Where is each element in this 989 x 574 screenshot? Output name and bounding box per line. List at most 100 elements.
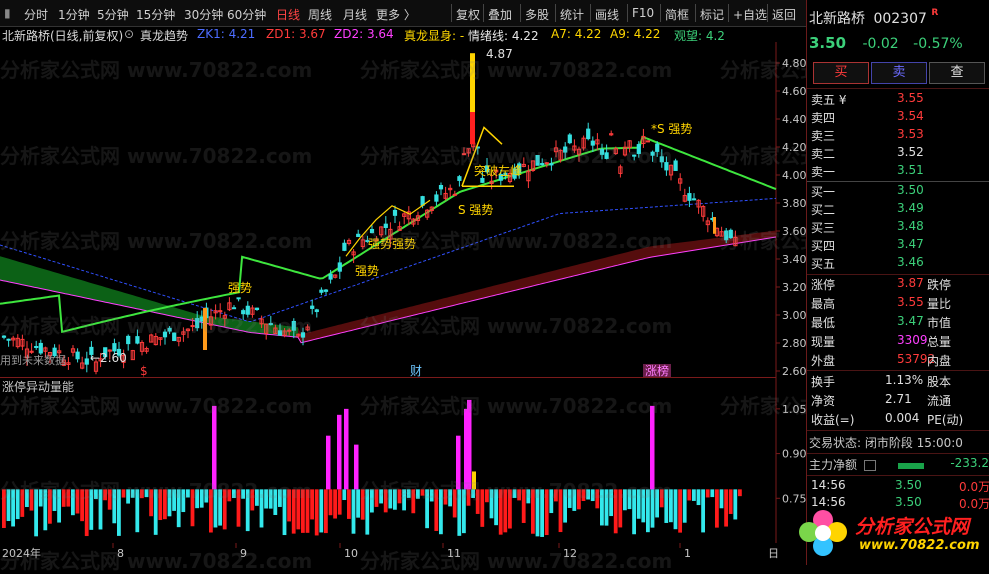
volume-bar [393, 489, 397, 510]
indicator-dropdown-icon[interactable]: ⊙ [124, 27, 134, 41]
ask-row: 卖三 3.53 [809, 127, 987, 145]
period-tab-1[interactable]: 1分钟 [58, 6, 90, 23]
sell-button[interactable]: 卖 [871, 62, 927, 84]
volume-bar [126, 489, 130, 504]
volume-bar [314, 489, 319, 536]
bid-row: 买四 3.47 [809, 237, 987, 255]
period-tab-3[interactable]: 15分钟 [136, 6, 175, 23]
volume-bar [696, 489, 701, 506]
period-tab-7[interactable]: 周线 [308, 6, 332, 23]
candle [199, 316, 204, 322]
stat-label2: 市值 [927, 316, 952, 330]
fin-row: 换手 1.13% 股本 [809, 373, 987, 391]
sub-y-tick: 1.05 [782, 403, 806, 416]
strong-signal-label: S 强势 [458, 203, 493, 217]
volume-bar [61, 489, 66, 507]
volume-bar [305, 489, 310, 533]
list-icon[interactable] [863, 460, 876, 471]
volume-energy-chart[interactable]: 涨停异动量能1.050.900.75 [0, 378, 806, 543]
period-tab-6[interactable]: 日线 [276, 6, 300, 23]
x-tick-label: 2024年 [2, 546, 41, 560]
rzrq-badge: R [931, 8, 939, 18]
volume-bar [227, 489, 232, 502]
volume-bar [636, 489, 641, 519]
bid-price: 3.50 [897, 183, 924, 197]
volume-bar [659, 489, 664, 508]
volume-bar [452, 489, 457, 518]
candle [231, 307, 237, 310]
fin-label: 换手 [811, 375, 836, 389]
period-tab-2[interactable]: 5分钟 [97, 6, 129, 23]
volume-bar [71, 489, 75, 516]
volume-bar [347, 489, 351, 519]
sub-chart-title: 涨停异动量能 [2, 379, 74, 394]
candle [6, 338, 11, 341]
candle [645, 140, 651, 143]
volume-bar [236, 489, 241, 527]
event-marker: 涨榜 [645, 363, 669, 378]
a9-value: A9: 4.22 [610, 27, 661, 41]
volume-bar [149, 489, 153, 517]
toolbar-btn-5[interactable]: F10 [632, 6, 654, 20]
volume-bar [664, 489, 669, 523]
volume-bar [34, 489, 38, 537]
volume-bar [356, 489, 360, 518]
stat-label: 外盘 [811, 354, 836, 368]
toolbar-btn-3[interactable]: 统计 [560, 6, 584, 23]
volume-bar [498, 489, 503, 535]
candle [452, 193, 457, 196]
volume-bar [181, 489, 186, 513]
volume-bar [103, 489, 107, 501]
strong-signal-label: 强势 [368, 237, 392, 251]
net-flow-bar [897, 462, 924, 469]
toolbar-btn-2[interactable]: 多股 [525, 6, 549, 23]
limit-up-bar [650, 405, 655, 490]
high-price-label: 4.87 [486, 47, 513, 61]
volume-bar [365, 489, 370, 535]
volume-bar [264, 489, 268, 509]
toolbar-btn-9[interactable]: 返回 [772, 6, 796, 23]
volume-bar [153, 489, 158, 535]
stat-label2: 量比 [927, 297, 952, 311]
indicator-legend: 北新路桥(日线,前复权) ⊙ 真龙趋势 ZK1: 4.21 ZD1: 3.67 … [0, 26, 806, 43]
toolbar-btn-1[interactable]: 叠加 [488, 6, 512, 23]
bid-label: 买二 [811, 203, 836, 217]
x-tick-label: 9 [240, 547, 247, 560]
volume-bar [425, 489, 429, 529]
zd1-value: ZD1: 3.67 [266, 27, 326, 41]
period-tab-4[interactable]: 30分钟 [184, 6, 223, 23]
volume-bar [554, 489, 558, 502]
volume-bar [687, 489, 692, 501]
volume-bar [738, 489, 742, 497]
site-logo: 分析家公式网 www.70822.com [793, 504, 989, 562]
volume-bar [282, 489, 287, 536]
candle [480, 177, 485, 183]
ask-price: 3.54 [897, 109, 924, 123]
period-tab-9[interactable]: 更多 〉 [376, 6, 416, 23]
bid-price: 3.47 [897, 237, 924, 251]
stat-value: 3309 [897, 333, 928, 347]
toolbar-btn-4[interactable]: 画线 [595, 6, 619, 23]
volume-bar [232, 489, 236, 499]
toolbar-btn-8[interactable]: +自选 [733, 6, 767, 23]
candle [540, 163, 545, 166]
toolbar-btn-0[interactable]: 复权 [456, 6, 480, 23]
ask-label: 卖四 [811, 111, 836, 125]
candlestick-chart[interactable]: 4.80 4.60 4.40 4.20 4.00 3.80 3.60 3.40 3.20 3.00… [0, 42, 806, 378]
query-button[interactable]: 查 [929, 62, 985, 84]
limit-up-bar [344, 408, 349, 490]
toolbar-btn-7[interactable]: 标记 [700, 6, 724, 23]
period-tab-8[interactable]: 月线 [343, 6, 367, 23]
period-tab-5[interactable]: 60分钟 [227, 6, 266, 23]
volume-bar [581, 489, 586, 501]
limit-up-bar [326, 435, 331, 490]
bid-row: 买一 3.50 [809, 183, 987, 201]
volume-bar [140, 489, 144, 499]
volume-bar [241, 489, 245, 499]
candle [34, 346, 39, 349]
volume-bar [250, 489, 255, 511]
toolbar-btn-6[interactable]: 简框 [665, 6, 689, 23]
period-tab-0[interactable]: 分时 [24, 6, 48, 23]
buy-button[interactable]: 买 [813, 62, 869, 84]
toolbar-menu-icon[interactable]: ▮ [4, 6, 11, 20]
